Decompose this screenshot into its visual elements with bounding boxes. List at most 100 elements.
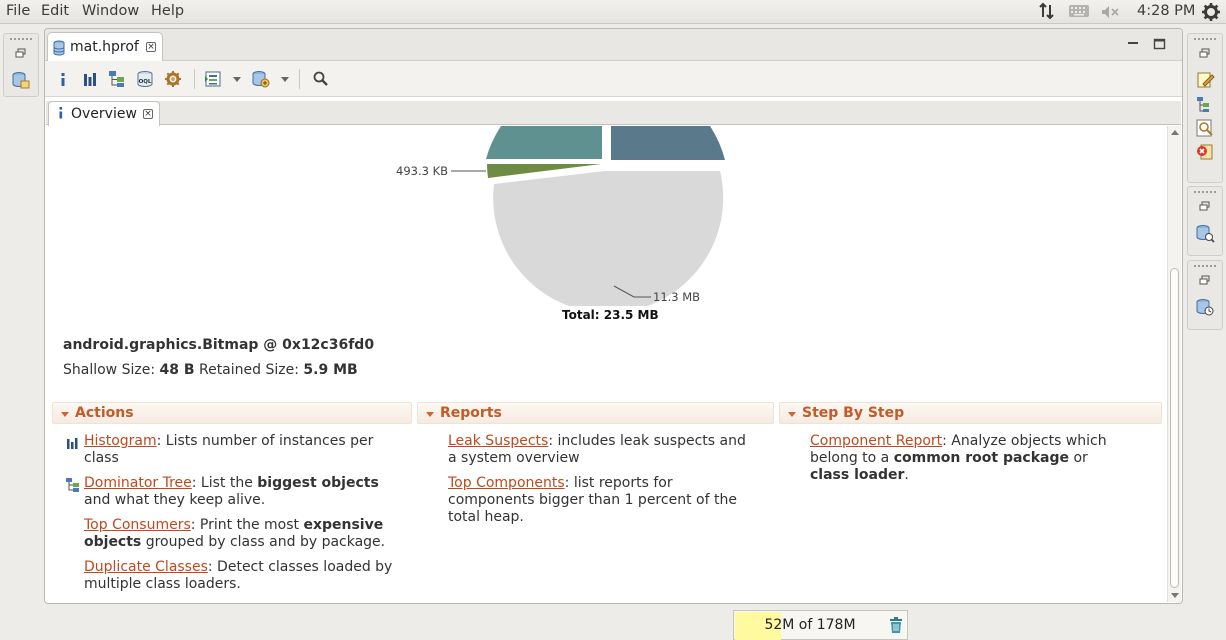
trash-gc-icon[interactable] [889, 617, 903, 634]
menu-bar: File Edit Window Help 4:28 PM [0, 0, 1226, 24]
left-trim-bar [3, 33, 39, 97]
section-title: Step By Step [802, 405, 905, 421]
close-icon[interactable]: × [143, 109, 153, 119]
collapse-triangle-icon[interactable] [426, 412, 434, 417]
object-sizes: Shallow Size: 48 B Retained Size: 5.9 MB [63, 362, 358, 378]
collapse-triangle-icon[interactable] [61, 412, 69, 417]
histogram-icon[interactable] [81, 70, 99, 88]
menu-window[interactable]: Window [82, 3, 139, 19]
section-header-reports[interactable]: Reports [417, 402, 774, 424]
restore-icon[interactable] [1195, 273, 1215, 293]
right-trim-bar-3 [1187, 260, 1223, 330]
navigation-history-icon[interactable] [1195, 94, 1215, 114]
tab-overview[interactable]: Overview × [48, 101, 160, 126]
editor-window: mat.hprof × OQL Overview × 493.3 KB 11.3… [44, 28, 1183, 604]
restore-icon[interactable] [1195, 199, 1215, 219]
action-duplicate-classes: Duplicate Classes: Detect classes loaded… [84, 559, 394, 593]
pie-slice-teal [486, 126, 602, 159]
section-title: Actions [75, 405, 134, 421]
leak-suspects-link[interactable]: Leak Suspects [448, 433, 548, 449]
heap-dump-overview-icon[interactable] [164, 70, 182, 88]
retained-size-label: Retained Size: [198, 362, 299, 378]
component-desc-bold-b: class loader [810, 467, 905, 483]
trim-grip[interactable] [1194, 191, 1216, 195]
step-component-report: Component Report: Analyze objects which … [810, 433, 1130, 484]
section-step-by-step: Step By Step [779, 402, 1162, 424]
action-top-consumers: Top Consumers: Print the most expensive … [84, 517, 404, 551]
trim-grip[interactable] [10, 38, 32, 42]
collapse-triangle-icon[interactable] [788, 412, 796, 417]
close-icon[interactable]: × [146, 42, 156, 52]
top-consumers-link[interactable]: Top Consumers [84, 517, 191, 533]
error-log-icon[interactable] [1195, 142, 1215, 162]
keyboard-icon[interactable] [1068, 3, 1090, 23]
trim-grip[interactable] [1194, 38, 1216, 42]
heap-pie-chart [451, 126, 725, 306]
info-icon[interactable] [54, 70, 72, 88]
component-desc-c: . [904, 467, 909, 483]
editor-tab-bar: mat.hprof × [45, 29, 1182, 61]
right-trim-bar-1 [1187, 33, 1223, 183]
editor-toolbar: OQL [45, 61, 1182, 97]
tab-label: mat.hprof [70, 39, 139, 55]
search-icon[interactable] [312, 70, 330, 88]
inspector-icon[interactable] [1195, 118, 1215, 138]
restore-icon[interactable] [11, 46, 31, 66]
action-histogram: Histogram: Lists number of instances per… [84, 433, 384, 467]
menu-file[interactable]: File [6, 3, 30, 19]
query-browser-icon[interactable] [252, 70, 270, 88]
component-desc-bold-a: common root package [893, 450, 1070, 466]
scroll-thumb[interactable] [1170, 268, 1179, 588]
component-desc-b: or [1069, 450, 1088, 466]
notes-edit-icon[interactable] [1195, 70, 1215, 90]
settings-gear-icon[interactable] [1201, 2, 1221, 26]
reports-icon[interactable] [204, 70, 222, 88]
maximize-icon[interactable] [1153, 37, 1167, 51]
report-top-components: Top Components: list reports for compone… [448, 475, 748, 526]
pie-label-large: 11.3 MB [653, 290, 701, 304]
heap-dump-database-icon[interactable] [11, 70, 31, 90]
clock[interactable]: 4:28 PM [1137, 3, 1195, 19]
report-leak-suspects: Leak Suspects: includes leak suspects an… [448, 433, 758, 467]
minimize-icon[interactable] [1126, 37, 1140, 51]
network-arrows-icon[interactable] [1038, 2, 1056, 24]
heap-dump-history-icon[interactable] [1195, 297, 1215, 317]
section-header-actions[interactable]: Actions [52, 402, 412, 424]
overview-content: 493.3 KB 11.3 MB Total: 23.5 MB android.… [46, 126, 1166, 602]
oql-icon[interactable]: OQL [136, 70, 154, 88]
menu-help[interactable]: Help [151, 3, 184, 19]
dominator-tree-link[interactable]: Dominator Tree [84, 475, 192, 491]
top-components-link[interactable]: Top Components [448, 475, 565, 491]
heap-usage-text: 52M of 178M [764, 617, 856, 633]
reports-dropdown-icon[interactable] [233, 77, 241, 82]
duplicate-classes-link[interactable]: Duplicate Classes [84, 559, 208, 575]
overview-tab-bar: Overview × [46, 101, 1181, 126]
scroll-down-icon[interactable] [1171, 593, 1179, 598]
volume-muted-icon[interactable] [1100, 4, 1120, 24]
pie-slice-gray [493, 171, 724, 306]
heap-dump-details-icon[interactable] [1195, 223, 1215, 243]
component-report-link[interactable]: Component Report [810, 433, 942, 449]
dominator-desc-bold: biggest objects [257, 475, 379, 491]
tab-mat-hprof[interactable]: mat.hprof × [47, 32, 163, 61]
section-header-step-by-step[interactable]: Step By Step [779, 402, 1162, 424]
consumers-desc-a: : Print the most [190, 517, 304, 533]
tab-label: Overview [71, 106, 137, 122]
section-title: Reports [440, 405, 502, 421]
menu-edit[interactable]: Edit [41, 3, 69, 19]
scroll-up-icon[interactable] [1171, 130, 1179, 135]
dominator-tree-icon[interactable] [108, 70, 126, 88]
dominator-desc-b: and what they keep alive. [84, 492, 266, 508]
section-reports: Reports [417, 402, 774, 424]
trim-grip[interactable] [1194, 265, 1216, 269]
dominator-desc-a: : List the [191, 475, 258, 491]
restore-icon[interactable] [1195, 46, 1215, 66]
object-title: android.graphics.Bitmap @ 0x12c36fd0 [63, 337, 375, 353]
query-browser-dropdown-icon[interactable] [281, 77, 289, 82]
info-icon [56, 105, 66, 125]
svg-text:OQL: OQL [139, 79, 152, 85]
vertical-scrollbar[interactable] [1167, 126, 1181, 602]
histogram-link[interactable]: Histogram [84, 433, 157, 449]
heap-status: 52M of 178M [733, 610, 908, 640]
dominator-tree-icon [66, 478, 80, 492]
